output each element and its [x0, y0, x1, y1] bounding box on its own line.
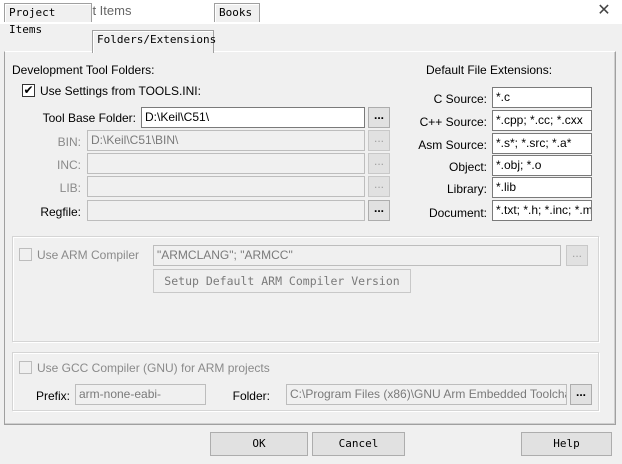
ext-asm-label: Asm Source: [418, 138, 487, 152]
gcc-browse-button[interactable]: ... [570, 384, 592, 405]
regfile-label: Regfile: [40, 205, 81, 219]
tab-project-items[interactable]: Project Items [4, 3, 92, 36]
inc-browse-button[interactable]: ... [368, 153, 390, 174]
ext-object-input[interactable]: *.obj; *.o [492, 155, 592, 176]
regfile-input[interactable] [87, 200, 365, 221]
ok-button[interactable]: OK [210, 432, 308, 456]
ext-c-label: C Source: [433, 92, 487, 106]
lib-browse-button[interactable]: ... [368, 176, 390, 197]
ext-document-label: Document: [428, 206, 487, 220]
prefix-label: Prefix: [35, 389, 70, 403]
use-settings-label: Use Settings from TOOLS.INI: [40, 84, 201, 98]
use-arm-checkbox[interactable] [19, 248, 32, 261]
ext-cpp-label: C++ Source: [419, 115, 487, 129]
tab-books[interactable]: Books [214, 3, 260, 22]
tool-base-browse-button[interactable]: ... [368, 107, 390, 128]
ext-library-label: Library: [446, 182, 487, 196]
dev-tools-heading: Development Tool Folders: [12, 63, 155, 77]
use-settings-checkbox[interactable]: ✔ [22, 84, 35, 97]
tab-folders-extensions[interactable]: Folders/Extensions [92, 30, 217, 53]
tab-label: Folders/Extensions [97, 33, 217, 46]
arm-browse-button[interactable]: ... [566, 245, 588, 266]
bin-input[interactable]: D:\Keil\C51\BIN\ [87, 130, 365, 151]
ext-document-input[interactable]: *.txt; *.h; *.inc; *.md [492, 200, 592, 221]
help-button[interactable]: Help [521, 432, 612, 456]
use-gcc-label: Use GCC Compiler (GNU) for ARM projects [37, 361, 270, 375]
ext-asm-input[interactable]: *.s*; *.src; *.a* [492, 133, 592, 154]
tool-base-label: Tool Base Folder: [42, 111, 136, 125]
arm-compiler-input[interactable]: "ARMCLANG"; "ARMCC" [153, 245, 561, 266]
use-arm-label: Use ARM Compiler [37, 248, 140, 262]
tab-label: Project Items [9, 6, 56, 36]
ext-c-input[interactable]: *.c [492, 87, 592, 108]
use-gcc-checkbox[interactable] [19, 361, 32, 374]
bin-browse-button[interactable]: ... [368, 130, 390, 151]
tool-base-input[interactable]: D:\Keil\C51\ [141, 107, 365, 128]
close-icon[interactable]: ✕ [594, 2, 614, 20]
ext-cpp-input[interactable]: *.cpp; *.cc; *.cxx [492, 110, 592, 131]
title-bar: Manage Project Items ✕ [0, 0, 622, 24]
regfile-browse-button[interactable]: ... [368, 200, 390, 221]
ext-library-input[interactable]: *.lib [492, 177, 592, 198]
tab-label: Books [219, 6, 253, 19]
inc-input[interactable] [87, 153, 365, 174]
cancel-button[interactable]: Cancel [312, 432, 405, 456]
inc-label: INC: [57, 158, 81, 172]
bin-label: BIN: [57, 135, 81, 149]
lib-label: LIB: [59, 181, 81, 195]
setup-arm-compiler-button[interactable]: Setup Default ARM Compiler Version [153, 269, 411, 293]
ext-object-label: Object: [448, 160, 487, 174]
folder-input[interactable]: C:\Program Files (x86)\GNU Arm Embedded … [286, 384, 567, 405]
extensions-heading: Default File Extensions: [426, 63, 553, 77]
lib-input[interactable] [87, 176, 365, 197]
folder-label: Folder: [232, 389, 270, 403]
prefix-input[interactable]: arm-none-eabi- [75, 384, 206, 405]
